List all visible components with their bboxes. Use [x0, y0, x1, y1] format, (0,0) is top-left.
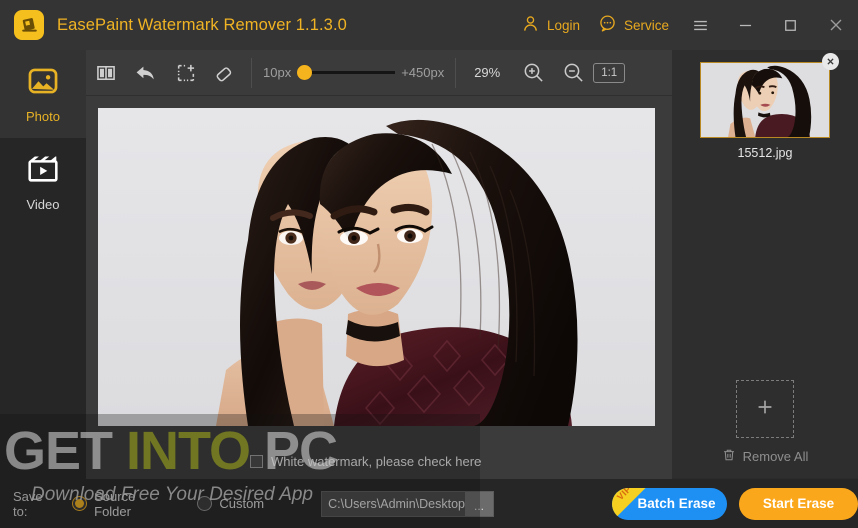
- canvas-area[interactable]: White watermark, please check here: [86, 96, 672, 479]
- minimize-icon[interactable]: [723, 0, 768, 50]
- actual-size-button[interactable]: 1:1: [593, 62, 626, 83]
- undo-arrow-icon[interactable]: [126, 50, 166, 96]
- login-button[interactable]: Login: [512, 0, 589, 50]
- sidebar-item-photo-label: Photo: [26, 109, 60, 124]
- save-to-label: Save to:: [13, 488, 43, 519]
- file-list-panel: 15512.jpg Remove All: [672, 50, 858, 478]
- maximize-icon[interactable]: [768, 0, 813, 50]
- sidebar-item-video-label: Video: [26, 197, 60, 212]
- photo-icon: [26, 64, 60, 101]
- save-path-value: C:\Users\Admin\Desktop: [328, 496, 465, 511]
- brush-min-label: 10px: [263, 65, 292, 80]
- login-label: Login: [546, 17, 580, 33]
- service-label: Service: [623, 17, 669, 33]
- trash-icon: [722, 448, 736, 465]
- brush-max-label: +450px: [401, 65, 445, 80]
- batch-erase-button[interactable]: VIP Batch Erase: [612, 487, 728, 520]
- slider-knob[interactable]: [297, 65, 313, 80]
- app-logo-icon: [14, 10, 44, 40]
- title-bar: EasePaint Watermark Remover 1.1.3.0 Logi…: [0, 0, 858, 50]
- radio-custom[interactable]: Custom: [197, 496, 264, 511]
- left-sidebar: Photo Video: [0, 50, 86, 528]
- zoom-out-icon[interactable]: [553, 50, 593, 96]
- brush-size-slider[interactable]: [297, 63, 396, 83]
- start-erase-label: Start Erase: [762, 496, 835, 511]
- thumbnail-image[interactable]: [700, 62, 830, 138]
- add-selection-icon[interactable]: [166, 50, 206, 96]
- sidebar-item-video[interactable]: Video: [0, 138, 86, 226]
- edited-photo[interactable]: [98, 108, 655, 426]
- sidebar-item-photo[interactable]: Photo: [0, 50, 86, 138]
- browse-button[interactable]: ...: [465, 491, 493, 516]
- save-path-field[interactable]: C:\Users\Admin\Desktop ...: [321, 490, 494, 517]
- canvas-options-bar: White watermark, please check here: [86, 443, 672, 479]
- close-icon[interactable]: [813, 0, 858, 50]
- radio-custom-label: Custom: [219, 496, 265, 511]
- thumbnail-filename: 15512.jpg: [737, 146, 793, 160]
- eraser-icon[interactable]: [206, 50, 246, 96]
- toolbar-divider: [251, 57, 252, 88]
- radio-source-folder[interactable]: Source Folder: [72, 489, 172, 519]
- white-watermark-checkbox[interactable]: [250, 454, 263, 468]
- bottom-bar: Save to: Source Folder Custom C:\Users\A…: [0, 479, 858, 528]
- chat-bubble-icon: [598, 14, 617, 36]
- remove-all-label: Remove All: [742, 449, 809, 464]
- radio-custom-dot[interactable]: [197, 496, 213, 511]
- slider-track: [306, 71, 396, 74]
- editor-toolbar: 10px +450px 29% 1:1: [86, 50, 672, 96]
- add-file-button[interactable]: [736, 380, 794, 438]
- zoom-level-label: 29%: [474, 65, 501, 80]
- radio-source-folder-dot[interactable]: [72, 496, 88, 511]
- application-window: EasePaint Watermark Remover 1.1.3.0 Logi…: [0, 0, 858, 528]
- toolbar-divider-2: [455, 57, 457, 88]
- plus-icon: [754, 396, 776, 422]
- thumbnail-item[interactable]: [700, 53, 839, 138]
- radio-source-folder-label: Source Folder: [94, 488, 136, 519]
- title-bar-controls: Login Service: [512, 0, 858, 50]
- white-watermark-label: White watermark, please check here: [271, 453, 482, 469]
- remove-thumbnail-icon[interactable]: [822, 53, 839, 70]
- hamburger-menu-icon[interactable]: [678, 0, 723, 50]
- start-erase-button[interactable]: Start Erase: [739, 487, 858, 520]
- batch-erase-label: Batch Erase: [637, 496, 716, 511]
- remove-all-button[interactable]: Remove All: [672, 448, 858, 465]
- zoom-in-icon[interactable]: [513, 50, 553, 96]
- service-button[interactable]: Service: [589, 0, 678, 50]
- split-compare-icon[interactable]: [86, 50, 126, 96]
- user-icon: [521, 14, 540, 36]
- video-clapperboard-icon: [26, 152, 60, 189]
- app-title: EasePaint Watermark Remover 1.1.3.0: [57, 15, 347, 34]
